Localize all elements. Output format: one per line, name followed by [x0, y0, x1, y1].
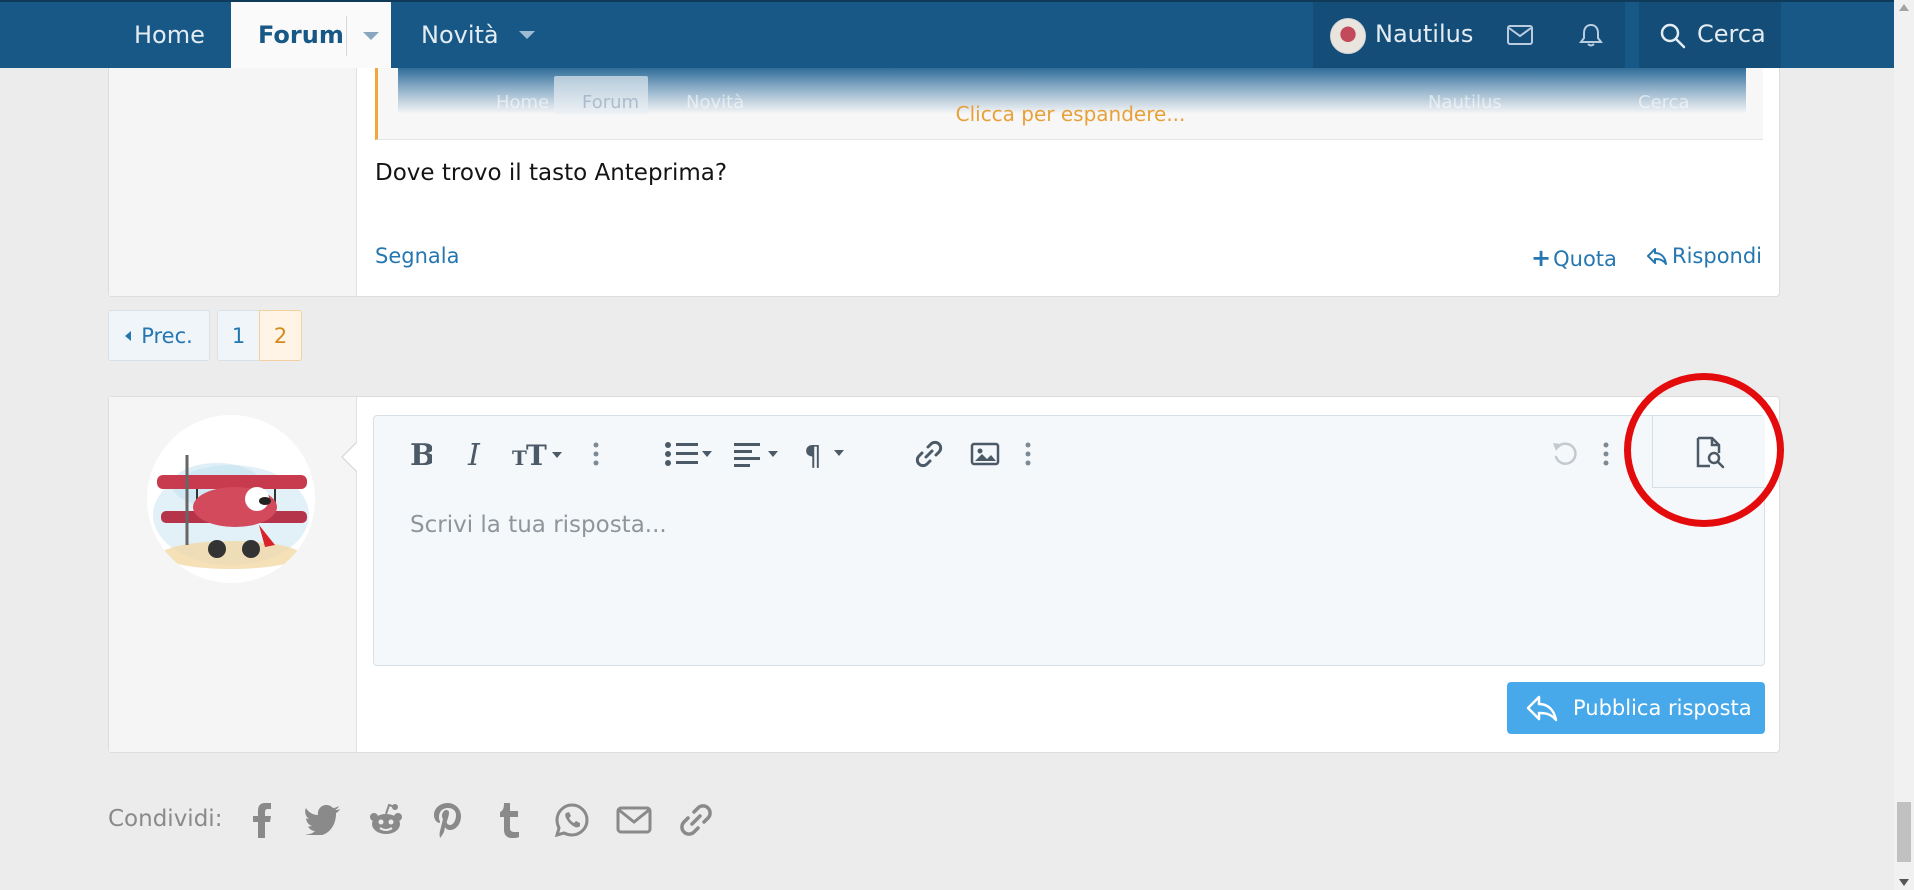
pagination-page-1[interactable]: 1 — [217, 310, 260, 361]
expand-quote-link[interactable]: Clicca per espandere... — [378, 102, 1763, 126]
whatsapp-icon[interactable] — [552, 800, 592, 840]
bold-icon: B — [410, 439, 432, 469]
reply-button[interactable]: Rispondi — [1646, 244, 1762, 268]
svg-text:I: I — [467, 439, 481, 469]
undo-icon — [1553, 442, 1577, 465]
annotation-circle — [1624, 373, 1784, 527]
email-icon[interactable] — [614, 800, 654, 840]
chevron-left-icon — [125, 330, 132, 341]
submit-reply-label: Pubblica risposta — [1573, 696, 1752, 720]
svg-text:T: T — [526, 439, 547, 469]
more-text-options-button[interactable] — [592, 438, 600, 470]
reply-icon — [1526, 695, 1558, 722]
nav-tab-home[interactable]: Home — [134, 2, 205, 68]
undo-button[interactable] — [1550, 438, 1580, 470]
more-vertical-icon — [1025, 442, 1031, 466]
biplane-avatar-image — [153, 455, 309, 569]
quote-block[interactable]: Home Forum Novità Nautilus Cerca Clicca … — [375, 68, 1763, 140]
scroll-up-arrow-icon[interactable] — [1899, 4, 1909, 11]
plus-icon: + — [1531, 244, 1552, 272]
link-icon[interactable] — [676, 800, 716, 840]
facebook-icon[interactable] — [242, 800, 282, 840]
svg-text:T: T — [512, 446, 527, 469]
avatar — [1330, 18, 1366, 54]
reply-label: Rispondi — [1672, 244, 1763, 268]
paragraph-icon: ¶ — [804, 439, 844, 469]
scrollbar-thumb[interactable] — [1897, 802, 1911, 862]
image-icon — [970, 442, 1000, 466]
post-body: Dove trovo il tasto Anteprima? — [375, 160, 728, 186]
chevron-down-icon[interactable] — [518, 31, 535, 39]
bold-button[interactable]: B — [408, 438, 432, 470]
top-navigation: Home Forum Novità Nautilus Cerca — [0, 0, 1894, 68]
reply-input-placeholder: Scrivi la tua risposta... — [410, 512, 667, 538]
quote-label: Quota — [1553, 247, 1617, 271]
search-icon — [1660, 23, 1686, 49]
svg-text:B: B — [410, 439, 432, 469]
align-button[interactable] — [734, 438, 780, 470]
report-link[interactable]: Segnala — [375, 244, 459, 268]
quick-reply-card: B I T T ¶ Scrivi la tua risposta... Pubb… — [108, 396, 1780, 753]
reply-user-column — [109, 397, 357, 752]
share-label: Condividi: — [108, 806, 223, 832]
nav-tab-novita-label: Novità — [421, 21, 499, 49]
italic-icon: I — [467, 439, 481, 469]
prev-label: Prec. — [141, 323, 193, 348]
insert-image-button[interactable] — [970, 438, 1000, 470]
more-options-button[interactable] — [1602, 438, 1610, 470]
editor-pointer-fill — [343, 443, 357, 471]
post-user-column — [109, 68, 357, 296]
nav-divider — [346, 16, 347, 56]
pinterest-icon[interactable] — [428, 800, 468, 840]
quote-button[interactable]: +Quota — [1531, 244, 1617, 272]
reply-editor[interactable]: B I T T ¶ Scrivi la tua risposta... — [373, 415, 1765, 666]
more-vertical-icon — [593, 442, 599, 466]
page-scrollbar[interactable] — [1894, 0, 1914, 890]
insert-link-button[interactable] — [914, 438, 944, 470]
nav-tab-forum-label: Forum — [258, 21, 344, 49]
pagination-prev[interactable]: Prec. — [108, 310, 210, 361]
twitter-icon[interactable] — [303, 800, 343, 840]
user-name: Nautilus — [1375, 20, 1474, 48]
more-insert-options-button[interactable] — [1024, 438, 1032, 470]
link-icon — [915, 440, 943, 468]
search-button[interactable]: Cerca — [1639, 2, 1781, 68]
chevron-down-icon[interactable] — [363, 32, 379, 40]
scroll-down-arrow-icon[interactable] — [1899, 879, 1909, 886]
list-icon — [665, 442, 712, 466]
font-size-button[interactable]: T T — [512, 438, 566, 470]
search-label: Cerca — [1697, 20, 1766, 48]
reddit-icon[interactable] — [366, 800, 406, 840]
nav-tab-novita[interactable]: Novità — [421, 2, 535, 68]
more-vertical-icon — [1603, 442, 1609, 466]
list-button[interactable] — [664, 438, 714, 470]
pagination-page-2-current[interactable]: 2 — [259, 310, 302, 361]
italic-button[interactable]: I — [466, 438, 486, 470]
user-account-menu[interactable]: Nautilus — [1313, 2, 1625, 68]
submit-reply-button[interactable]: Pubblica risposta — [1507, 682, 1765, 734]
nav-tab-forum[interactable]: Forum — [231, 2, 391, 68]
reply-icon — [1647, 248, 1667, 265]
avatar[interactable] — [147, 415, 315, 583]
post-card: Home Forum Novità Nautilus Cerca Clicca … — [108, 68, 1780, 297]
inbox-icon[interactable] — [1506, 22, 1534, 48]
paragraph-button[interactable]: ¶ — [804, 438, 850, 470]
svg-text:¶: ¶ — [804, 439, 822, 469]
align-left-icon — [734, 443, 778, 467]
editor-toolbar: B I T T ¶ — [374, 416, 1765, 488]
bell-icon[interactable] — [1577, 22, 1605, 48]
text-size-icon: T T — [512, 439, 562, 469]
tumblr-icon[interactable] — [490, 800, 530, 840]
